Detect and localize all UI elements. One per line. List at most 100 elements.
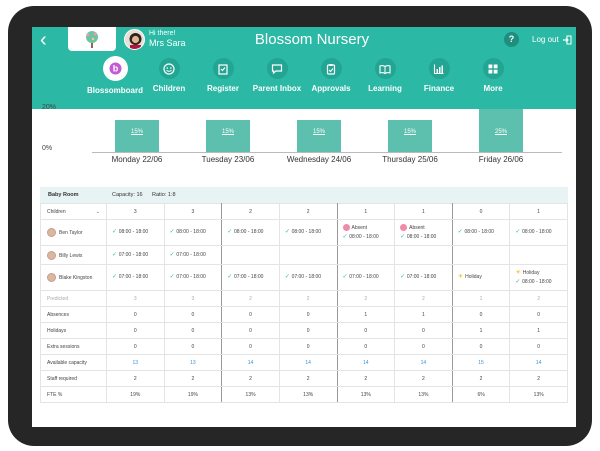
absent-icon xyxy=(400,223,408,231)
child-row: Billy Lewis ✓ 07:00 - 18:00 ✓ 07:00 - 18:0… xyxy=(40,245,568,265)
session-cell[interactable] xyxy=(221,245,280,265)
session-time: 07:00 - 18:00 xyxy=(118,251,149,258)
session-cell[interactable] xyxy=(451,245,511,265)
stat-value: 2 xyxy=(336,290,396,307)
stat-row: Available capacity 13 13 14 14 14 14 15 14 xyxy=(40,354,568,371)
user-avatar[interactable] xyxy=(124,29,145,50)
session-cell[interactable]: ✓ 07:00 - 18:00 xyxy=(106,264,165,291)
status-line: Absent xyxy=(342,223,394,233)
stat-row: FTE % 19% 19% 13% 13% 13% 13% 6% 13% xyxy=(40,386,568,403)
nav-children[interactable]: Children xyxy=(142,58,196,104)
book-icon xyxy=(374,58,396,79)
chart-bar[interactable] xyxy=(206,119,250,152)
tree-logo-icon xyxy=(86,31,98,48)
nav-label: Register xyxy=(206,84,239,93)
check-icon: ✓ xyxy=(284,274,292,280)
stat-row: Predicted 3 3 2 2 2 2 1 2 xyxy=(40,290,568,307)
child-name-cell[interactable]: Billy Lewis xyxy=(40,245,107,265)
child-name-cell[interactable]: Blake Kingston xyxy=(40,264,107,291)
stat-value: 0 xyxy=(394,322,453,339)
session-time: 07:00 - 18:00 xyxy=(118,274,149,280)
stat-value: 0 xyxy=(106,338,165,355)
stat-label: Predicted xyxy=(40,290,107,307)
stat-value: 19% xyxy=(163,386,223,403)
session-cell[interactable]: ✓ 07:00 - 18:00 xyxy=(278,264,338,291)
nursery-logo xyxy=(68,27,116,51)
check-icon: ✓ xyxy=(112,251,119,258)
stat-value: 0 xyxy=(163,306,223,323)
nav-learning[interactable]: Learning xyxy=(358,58,412,104)
stat-value: 14 xyxy=(336,354,396,371)
nav-finance[interactable]: Finance xyxy=(412,58,466,104)
session-cell[interactable]: ✓ 08:00 - 18:00 xyxy=(509,219,568,246)
stat-value: 14 xyxy=(278,354,338,371)
session-time: 07:00 - 18:00 xyxy=(233,274,264,280)
stat-value: 0 xyxy=(221,338,280,355)
children-count-cell: 1 xyxy=(509,203,568,220)
occupancy-table: Children ⌄ 3 3 2 2 1 1 0 1 Ben Taylor ✓ 08:00 - 18:… xyxy=(40,203,568,403)
session-line: ✓ 07:00 - 18:00 xyxy=(170,251,221,260)
nav-approvals[interactable]: Approvals xyxy=(304,58,358,104)
session-cell[interactable]: ✓ 07:00 - 18:00 xyxy=(394,264,453,291)
stat-value: 1 xyxy=(509,322,568,339)
session-cell[interactable] xyxy=(278,245,338,265)
svg-text:b: b xyxy=(112,64,118,74)
chart-bar[interactable] xyxy=(388,119,432,152)
session-line: ✓ 07:00 - 18:00 xyxy=(170,273,221,282)
children-count-cell: 1 xyxy=(394,203,453,220)
session-time: 07:00 - 18:00 xyxy=(406,274,437,280)
session-cell[interactable]: ✓ 07:00 - 18:00 xyxy=(221,264,280,291)
session-cell[interactable]: ✓ 08:00 - 18:00 xyxy=(451,219,511,246)
stat-value: 0 xyxy=(163,338,223,355)
session-line: ✓ 07:00 - 18:00 xyxy=(400,273,451,282)
user-greeting: Hi there! Mrs Sara xyxy=(149,29,186,49)
back-chevron-icon[interactable]: ‹ xyxy=(40,30,58,50)
nav-label: More xyxy=(483,84,503,93)
session-cell[interactable]: ✓ 07:00 - 18:00 xyxy=(163,264,223,291)
day-label: Tuesday 23/06 xyxy=(201,155,255,164)
help-button[interactable]: ? xyxy=(504,32,519,47)
stat-value: 2 xyxy=(509,370,568,387)
session-cell[interactable] xyxy=(394,245,453,265)
stat-value: 0 xyxy=(221,306,280,323)
session-time: 08:00 - 18:00 xyxy=(118,229,149,235)
child-name-cell[interactable]: Ben Taylor xyxy=(40,219,107,246)
children-filter[interactable]: Children ⌄ xyxy=(40,203,107,220)
session-cell[interactable]: ✓ 07:00 - 18:00 xyxy=(336,264,396,291)
session-cell[interactable] xyxy=(336,245,396,265)
session-cell[interactable]: ☀ Holiday xyxy=(451,264,511,291)
session-cell[interactable]: ✓ 07:00 - 18:00 xyxy=(163,245,223,265)
chart-bar[interactable] xyxy=(115,119,159,152)
stat-value: 3 xyxy=(163,290,223,307)
session-cell[interactable]: ✓ 08:00 - 18:00 xyxy=(106,219,165,246)
stat-value: 15 xyxy=(451,354,511,371)
session-cell[interactable]: Absent ✓ 08:00 - 18:00 xyxy=(336,219,396,246)
status-text: Holiday xyxy=(522,269,540,276)
check-icon: ✓ xyxy=(400,274,407,280)
session-cell[interactable]: ✓ 08:00 - 18:00 xyxy=(221,219,280,246)
children-count-row: Children ⌄ 3 3 2 2 1 1 0 1 xyxy=(40,203,568,220)
status-text: Absent xyxy=(351,224,368,231)
stat-value: 0 xyxy=(451,338,511,355)
nav-register[interactable]: Register xyxy=(196,58,250,104)
y-tick-label: 0% xyxy=(42,145,53,152)
clipboard-check-icon xyxy=(320,58,342,79)
session-cell[interactable]: ☀ Holiday ✓ 08:00 - 18:00 xyxy=(509,264,568,291)
session-time: 08:00 - 18:00 xyxy=(406,233,437,240)
logout-label: Log out xyxy=(532,35,559,44)
stat-value: 1 xyxy=(451,290,511,307)
session-cell[interactable]: ✓ 07:00 - 18:00 xyxy=(106,245,165,265)
logout-button[interactable]: Log out xyxy=(532,34,572,45)
chart-bar[interactable] xyxy=(297,119,341,152)
session-cell[interactable]: Absent ✓ 08:00 - 18:00 xyxy=(394,219,453,246)
user-name: Mrs Sara xyxy=(149,38,186,48)
session-time: 07:00 - 18:00 xyxy=(176,274,206,280)
nav-parent-inbox[interactable]: Parent Inbox xyxy=(250,58,304,104)
session-time: 07:00 - 18:00 xyxy=(176,251,206,258)
nav-blossomboard[interactable]: b Blossomboard xyxy=(87,56,143,104)
session-cell[interactable] xyxy=(509,245,568,265)
session-cell[interactable]: ✓ 08:00 - 18:00 xyxy=(163,219,223,246)
nav-more[interactable]: More xyxy=(466,58,520,104)
session-line: ✓ 08:00 - 18:00 xyxy=(515,278,566,287)
session-cell[interactable]: ✓ 08:00 - 18:00 xyxy=(278,219,338,246)
